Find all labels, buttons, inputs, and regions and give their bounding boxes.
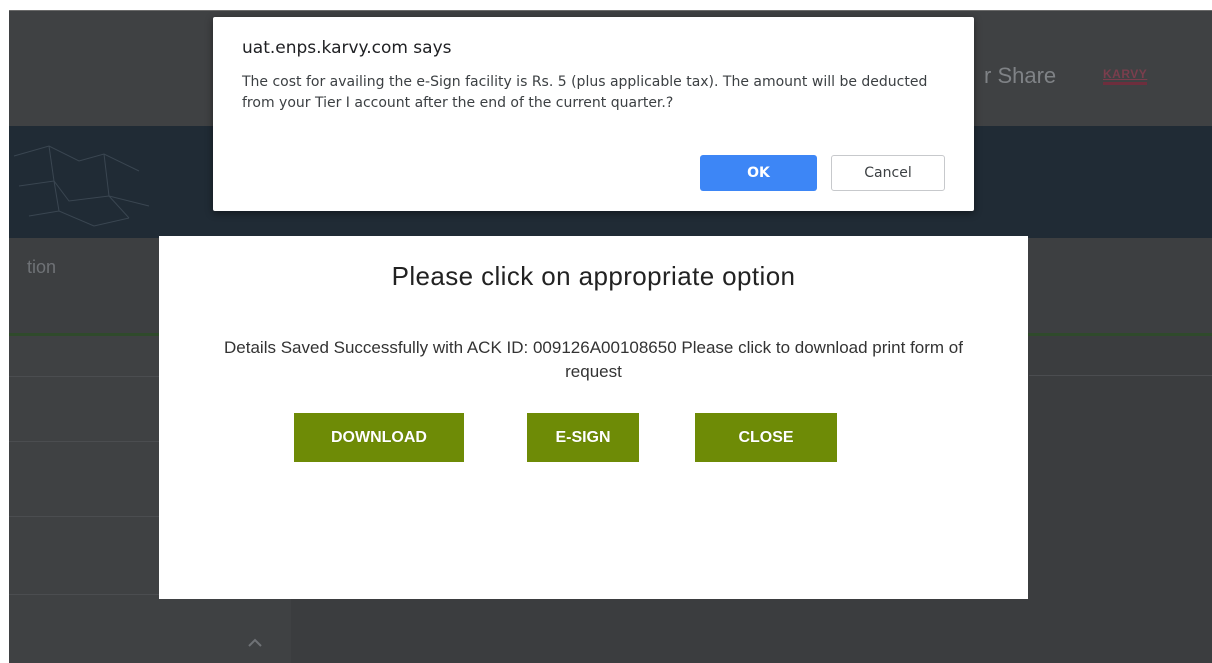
confirm-dialog: uat.enps.karvy.com says The cost for ava… — [213, 17, 974, 211]
karvy-logo: KARVY — [1103, 67, 1148, 85]
e-sign-button[interactable]: E-SIGN — [527, 413, 639, 462]
option-modal: Please click on appropriate option Detai… — [159, 236, 1028, 599]
content-divider — [1029, 375, 1212, 376]
modal-button-row: DOWNLOAD E-SIGN CLOSE — [159, 413, 1028, 463]
header-link-share[interactable]: r Share — [984, 63, 1056, 89]
modal-message: Details Saved Successfully with ACK ID: … — [224, 338, 963, 381]
nav-item[interactable]: tion — [27, 257, 56, 278]
browser-page: r Share KARVY tion Please click on appro… — [9, 10, 1212, 663]
cancel-button[interactable]: Cancel — [831, 155, 945, 191]
screenshot-frame: r Share KARVY tion Please click on appro… — [0, 0, 1212, 663]
ok-button[interactable]: OK — [700, 155, 817, 191]
banner-map-graphic — [13, 145, 150, 227]
dialog-message: The cost for availing the e-Sign facilit… — [242, 74, 928, 111]
download-button[interactable]: DOWNLOAD — [294, 413, 464, 462]
dialog-title: uat.enps.karvy.com says — [242, 38, 452, 58]
modal-title: Please click on appropriate option — [391, 261, 796, 291]
chevron-up-icon[interactable] — [247, 635, 263, 651]
close-button[interactable]: CLOSE — [695, 413, 837, 462]
